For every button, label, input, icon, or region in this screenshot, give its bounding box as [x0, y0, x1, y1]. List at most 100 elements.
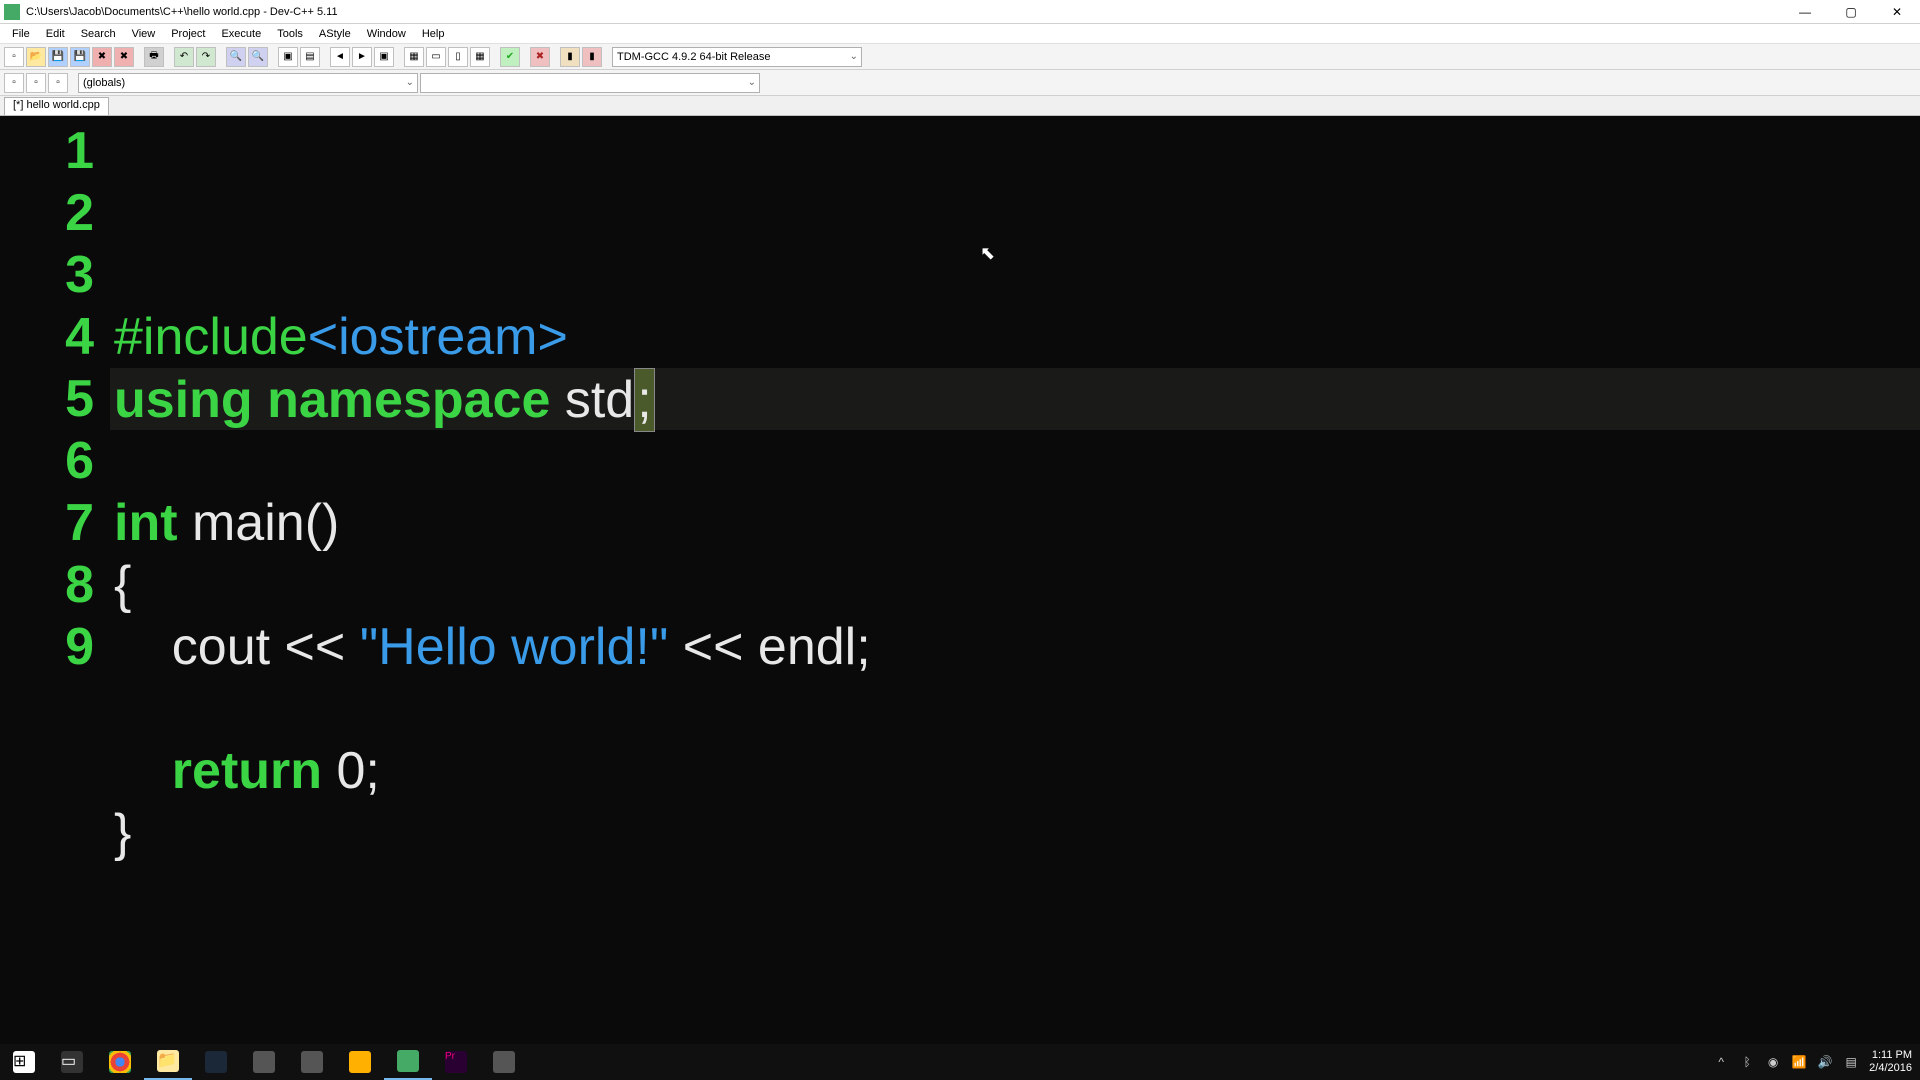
window-buttons: — ▢ ✕: [1782, 0, 1920, 24]
devcpp-taskbar-icon[interactable]: [384, 1044, 432, 1080]
menu-search[interactable]: Search: [73, 26, 124, 42]
line-number: 5: [0, 368, 98, 430]
toggle-bookmark-button[interactable]: ▣: [278, 47, 298, 67]
stop-button[interactable]: ✖: [530, 47, 550, 67]
code-token: main(): [192, 494, 339, 552]
clock-time: 1:11 PM: [1869, 1049, 1912, 1062]
tray-action-icon[interactable]: ▤: [1843, 1054, 1859, 1070]
menu-execute[interactable]: Execute: [213, 26, 269, 42]
new-file-button[interactable]: ▫: [4, 47, 24, 67]
app-taskbar-icon[interactable]: [336, 1044, 384, 1080]
code-line[interactable]: int main(): [110, 492, 1920, 554]
class-back-button[interactable]: ▫: [48, 73, 68, 93]
tray-up-icon[interactable]: ^: [1713, 1054, 1729, 1070]
toolbar-class: ▫ ▫ ▫ (globals): [0, 70, 1920, 96]
line-number: 6: [0, 430, 98, 492]
compiler-select[interactable]: TDM-GCC 4.9.2 64-bit Release: [612, 47, 862, 67]
line-gutter: 123456789: [0, 116, 110, 1044]
menu-view[interactable]: View: [124, 26, 164, 42]
code-token: <iostream>: [308, 308, 568, 366]
chrome-taskbar-icon[interactable]: [96, 1044, 144, 1080]
compile-button[interactable]: ✔: [500, 47, 520, 67]
nav-fwd-button[interactable]: ►: [352, 47, 372, 67]
line-number: 4: [0, 306, 98, 368]
menu-astyle[interactable]: AStyle: [311, 26, 359, 42]
code-line[interactable]: cout << "Hello world!" << endl;: [110, 616, 1920, 678]
menu-file[interactable]: File: [4, 26, 38, 42]
code-token: 0;: [336, 742, 379, 800]
line-number: 7: [0, 492, 98, 554]
menu-edit[interactable]: Edit: [38, 26, 73, 42]
code-line[interactable]: return 0;: [110, 740, 1920, 802]
grid4-button[interactable]: ▦: [470, 47, 490, 67]
taskbar-clock[interactable]: 1:11 PM 2/4/2016: [1869, 1049, 1912, 1075]
member-select[interactable]: [420, 73, 760, 93]
print-button[interactable]: 🖶: [144, 47, 164, 67]
save-button[interactable]: 💾: [48, 47, 68, 67]
grid2-button[interactable]: ▭: [426, 47, 446, 67]
replace-button[interactable]: 🔍: [248, 47, 268, 67]
code-token: {: [114, 556, 131, 614]
close-button[interactable]: ✕: [1874, 0, 1920, 24]
menu-help[interactable]: Help: [414, 26, 453, 42]
app-taskbar-icon[interactable]: [240, 1044, 288, 1080]
premiere-taskbar-icon[interactable]: Pr: [432, 1044, 480, 1080]
code-line[interactable]: }: [110, 802, 1920, 864]
steam-taskbar-icon[interactable]: [192, 1044, 240, 1080]
save-all-button[interactable]: 💾: [70, 47, 90, 67]
grid1-button[interactable]: ▦: [404, 47, 424, 67]
line-number: 1: [0, 120, 98, 182]
tray-volume-icon[interactable]: 🔊: [1817, 1054, 1833, 1070]
code-line[interactable]: {: [110, 554, 1920, 616]
debug-button[interactable]: ▮: [560, 47, 580, 67]
code-token: using: [114, 371, 267, 429]
minimize-button[interactable]: —: [1782, 0, 1828, 24]
start-button[interactable]: ⊞: [0, 1044, 48, 1080]
code-line[interactable]: [110, 430, 1920, 492]
redo-button[interactable]: ↷: [196, 47, 216, 67]
undo-button[interactable]: ↶: [174, 47, 194, 67]
menu-bar: FileEditSearchViewProjectExecuteToolsASt…: [0, 24, 1920, 44]
code-token: std: [565, 371, 634, 429]
class-goto-button[interactable]: ▫: [26, 73, 46, 93]
taskview-button[interactable]: ▭: [48, 1044, 96, 1080]
code-editor[interactable]: 123456789 ⬉ #include<iostream>using name…: [0, 116, 1920, 1044]
menu-window[interactable]: Window: [359, 26, 414, 42]
close-all-button[interactable]: ✖: [114, 47, 134, 67]
code-line[interactable]: using namespace std;: [110, 368, 1920, 430]
app-icon: [4, 4, 20, 20]
line-number: 3: [0, 244, 98, 306]
compiler-select-value: TDM-GCC 4.9.2 64-bit Release: [617, 51, 770, 63]
code-line[interactable]: #include<iostream>: [110, 306, 1920, 368]
code-token: [114, 742, 172, 800]
menu-tools[interactable]: Tools: [269, 26, 311, 42]
goto-bookmark-button[interactable]: ▤: [300, 47, 320, 67]
app-taskbar-icon[interactable]: [288, 1044, 336, 1080]
code-line[interactable]: [110, 678, 1920, 740]
tray-steam-icon[interactable]: ◉: [1765, 1054, 1781, 1070]
system-tray: ^ ᛒ ◉ 📶 🔊 ▤ 1:11 PM 2/4/2016: [1713, 1049, 1920, 1075]
nav-button[interactable]: ▣: [374, 47, 394, 67]
tray-bluetooth-icon[interactable]: ᛒ: [1739, 1054, 1755, 1070]
code-token: }: [114, 804, 131, 862]
maximize-button[interactable]: ▢: [1828, 0, 1874, 24]
app-taskbar-icon[interactable]: [480, 1044, 528, 1080]
scope-select[interactable]: (globals): [78, 73, 418, 93]
explorer-taskbar-icon[interactable]: 📁: [144, 1044, 192, 1080]
class-new-button[interactable]: ▫: [4, 73, 24, 93]
file-tab[interactable]: [*] hello world.cpp: [4, 97, 109, 115]
code-area[interactable]: ⬉ #include<iostream>using namespace std;…: [110, 116, 1920, 1044]
line-number: 2: [0, 182, 98, 244]
code-token: namespace: [267, 371, 565, 429]
grid3-button[interactable]: ▯: [448, 47, 468, 67]
tray-network-icon[interactable]: 📶: [1791, 1054, 1807, 1070]
menu-project[interactable]: Project: [163, 26, 213, 42]
scope-select-value: (globals): [83, 77, 125, 89]
find-button[interactable]: 🔍: [226, 47, 246, 67]
close-file-button[interactable]: ✖: [92, 47, 112, 67]
open-file-button[interactable]: 📂: [26, 47, 46, 67]
nav-back-button[interactable]: ◄: [330, 47, 350, 67]
toolbar-main: ▫ 📂 💾 💾 ✖ ✖ 🖶 ↶ ↷ 🔍 🔍 ▣ ▤ ◄ ► ▣ ▦ ▭ ▯ ▦ …: [0, 44, 1920, 70]
code-token: cout <<: [114, 618, 360, 676]
profile-button[interactable]: ▮: [582, 47, 602, 67]
